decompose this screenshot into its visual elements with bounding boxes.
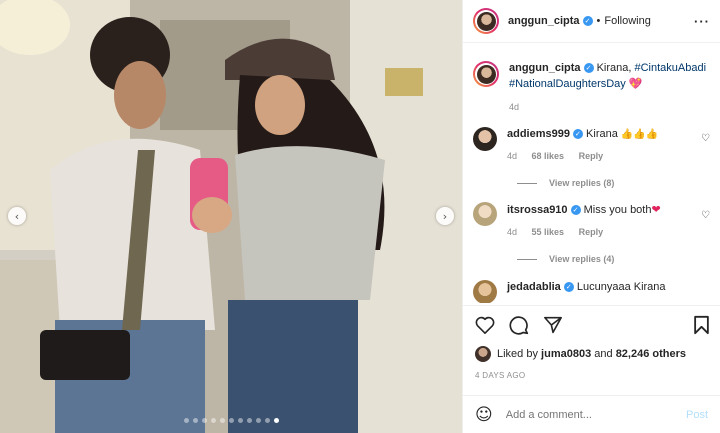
carousel-dot bbox=[237, 418, 243, 423]
comment-item: addiems999 ✓ Kirana 👍👍👍 4d 68 likes Reply… bbox=[463, 115, 720, 164]
comment-item: jedadablia ✓ Lucunyaaa Kirana bbox=[463, 264, 720, 303]
carousel-prev-button[interactable]: ‹ bbox=[8, 207, 26, 225]
liker-avatar[interactable] bbox=[475, 346, 491, 362]
commenter-avatar[interactable] bbox=[473, 280, 497, 303]
reply-button[interactable]: Reply bbox=[579, 227, 604, 237]
view-replies-button[interactable]: View replies (8) bbox=[517, 178, 720, 188]
comments-feed[interactable]: anggun_cipta ✓ Kirana, #CintakuAbadi #Nat… bbox=[463, 43, 720, 303]
caption: anggun_cipta ✓ Kirana, #CintakuAbadi #Nat… bbox=[463, 43, 720, 115]
comment-time: 4d bbox=[507, 151, 518, 161]
like-heart-icon[interactable] bbox=[475, 316, 495, 334]
comment-likes[interactable]: 55 likes bbox=[532, 227, 565, 237]
red-heart-icon: ❤ bbox=[651, 203, 661, 216]
carousel-dot bbox=[183, 418, 189, 423]
like-comment-icon[interactable]: ♡ bbox=[701, 210, 710, 221]
likes-summary: Liked by juma0803 and 82,246 others bbox=[463, 336, 720, 362]
author-username[interactable]: anggun_cipta bbox=[508, 15, 580, 27]
emoji-smile-icon[interactable]: ☺ bbox=[475, 405, 493, 425]
caption-text: Kirana, bbox=[596, 62, 632, 74]
comment-text: Lucunyaaa Kirana bbox=[576, 281, 666, 293]
likes-count[interactable]: 82,246 others bbox=[616, 348, 686, 360]
carousel-dot bbox=[273, 418, 279, 423]
caption-time: 4d bbox=[509, 102, 520, 112]
more-options-icon[interactable]: ··· bbox=[694, 14, 710, 29]
commenter-avatar[interactable] bbox=[473, 127, 497, 151]
comment-time: 4d bbox=[507, 227, 518, 237]
caption-username[interactable]: anggun_cipta bbox=[509, 62, 581, 74]
carousel-dot bbox=[210, 418, 216, 423]
carousel-dot bbox=[246, 418, 252, 423]
carousel-dot bbox=[255, 418, 261, 423]
post-comment-button[interactable]: Post bbox=[686, 409, 708, 421]
chevron-right-icon: › bbox=[442, 209, 448, 223]
carousel-dot bbox=[219, 418, 225, 423]
liked-by-prefix: Liked by bbox=[497, 348, 538, 360]
verified-icon: ✓ bbox=[570, 205, 581, 216]
author-avatar[interactable] bbox=[473, 8, 499, 34]
commenter-avatar[interactable] bbox=[473, 202, 497, 226]
hashtag-link[interactable]: #NationalDaughtersDay bbox=[509, 78, 626, 90]
carousel-dot bbox=[264, 418, 270, 423]
thumbs-up-icon: 👍👍👍 bbox=[620, 129, 659, 140]
comment-box: ☺ Post bbox=[463, 395, 720, 433]
comment-item: itsrossa910 ✓ Miss you both❤ 4d 55 likes … bbox=[463, 188, 720, 240]
chevron-left-icon: ‹ bbox=[14, 209, 20, 223]
carousel-dot bbox=[201, 418, 207, 423]
like-comment-icon[interactable]: ♡ bbox=[701, 133, 710, 144]
post-sidebar: anggun_cipta ✓ • Following ··· anggun_ci… bbox=[462, 0, 720, 433]
verified-icon: ✓ bbox=[583, 63, 594, 74]
carousel-indicator bbox=[0, 418, 462, 423]
carousel-dot bbox=[192, 418, 198, 423]
verified-icon: ✓ bbox=[582, 16, 593, 26]
liker-username[interactable]: juma0803 bbox=[541, 348, 591, 360]
comment-text: Kirana bbox=[586, 128, 618, 140]
photo-illustration bbox=[0, 0, 462, 433]
carousel-dot bbox=[228, 418, 234, 423]
reply-button[interactable]: Reply bbox=[579, 151, 604, 161]
commenter-username[interactable]: itsrossa910 bbox=[507, 204, 568, 216]
commenter-username[interactable]: jedadablia bbox=[507, 281, 561, 293]
post-header: anggun_cipta ✓ • Following ··· bbox=[463, 0, 720, 43]
post-photo[interactable]: ‹ › bbox=[0, 0, 462, 433]
comment-input[interactable] bbox=[503, 407, 686, 422]
post-actions: Liked by juma0803 and 82,246 others 4 DA… bbox=[463, 305, 720, 380]
verified-icon: ✓ bbox=[563, 282, 574, 293]
sparkling-heart-icon: 💖 bbox=[628, 77, 643, 90]
post-time-ago: 4 DAYS AGO bbox=[475, 371, 526, 380]
caption-avatar[interactable] bbox=[473, 61, 499, 87]
comment-bubble-icon[interactable] bbox=[509, 315, 529, 335]
liked-by-conj: and bbox=[594, 348, 613, 360]
comment-likes[interactable]: 68 likes bbox=[532, 151, 565, 161]
verified-icon: ✓ bbox=[572, 129, 583, 140]
comment-text: Miss you both bbox=[583, 204, 652, 216]
hashtag-link[interactable]: #CintakuAbadi bbox=[635, 62, 707, 74]
commenter-username[interactable]: addiems999 bbox=[507, 128, 570, 140]
view-replies-button[interactable]: View replies (4) bbox=[517, 254, 720, 264]
carousel-next-button[interactable]: › bbox=[436, 207, 454, 225]
save-bookmark-icon[interactable] bbox=[693, 315, 710, 335]
share-paper-plane-icon[interactable] bbox=[543, 316, 563, 334]
following-button[interactable]: Following bbox=[604, 15, 650, 27]
